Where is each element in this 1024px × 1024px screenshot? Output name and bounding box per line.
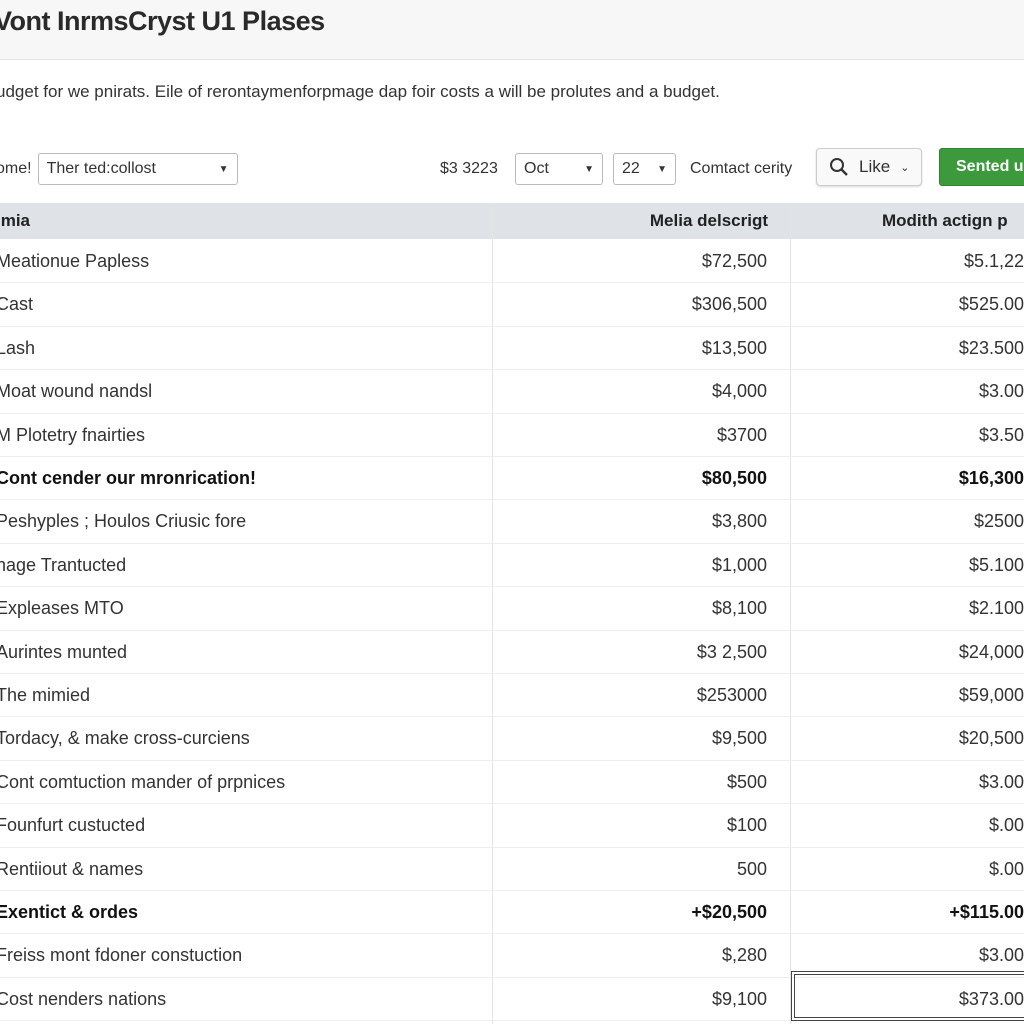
table-row[interactable]: Cont cender our mronrication! $80,500 $16,… (0, 457, 1024, 501)
month-value: Oct (524, 160, 549, 177)
table-row[interactable]: Expleases MTO $8,100 $2.100 (0, 587, 1024, 631)
row-value-a: $9,100 (711, 988, 767, 1009)
table-row[interactable]: Aurintes munted $3 2,500 $24,000 (0, 631, 1024, 674)
contact-label[interactable]: Comtact cerity (690, 160, 792, 178)
column-header[interactable]: Modith actign p (882, 203, 1008, 239)
table-row[interactable]: Tordacy, & make cross-curciens $9,500 $20,… (0, 717, 1024, 761)
filter-value: Ther ted:collost (46, 160, 156, 177)
row-value-a: $3700 (716, 424, 767, 445)
chevron-down-icon: ▼ (657, 163, 667, 175)
row-value-a: +$20,500 (691, 902, 767, 922)
row-name: Peshyples ; Houlos Criusic fore (0, 511, 247, 532)
row-value-a: $72,500 (701, 251, 767, 271)
like-button[interactable]: Like ⌄ (816, 148, 923, 186)
day-select[interactable]: 22 ▼ (613, 153, 676, 185)
row-name: The mimied (0, 685, 91, 705)
row-value-a: $306,500 (691, 294, 767, 315)
row-value-a: $9,500 (711, 728, 767, 749)
chevron-down-icon: ⌄ (900, 161, 910, 174)
chevron-down-icon: ▼ (218, 163, 229, 175)
row-value-b: $3.00 (978, 381, 1024, 402)
table-row[interactable]: Moat wound nandsl $4,000 $3.00 (0, 370, 1024, 414)
row-name: nage Trantucted (0, 554, 127, 575)
page-title: Vont InrmsCryst U1 Plases (0, 6, 325, 36)
column-header[interactable]: Imia (0, 203, 30, 239)
search-icon (830, 158, 848, 176)
row-value-b: $3.00 (978, 771, 1024, 792)
row-value-a: $,280 (721, 945, 767, 966)
table-row[interactable]: Peshyples ; Houlos Criusic fore $3,800 $25… (0, 500, 1024, 544)
day-value: 22 (622, 160, 640, 177)
row-value-b: $20,500 (958, 728, 1024, 749)
chevron-down-icon: ▼ (584, 163, 594, 175)
table-header: Imia Melia delscrigt Modith actign p (0, 203, 1024, 239)
table-row[interactable]: M Plotetry fnairties $3700 $3.50 (0, 414, 1024, 457)
row-value-b: $5.100 (968, 554, 1024, 575)
column-header[interactable]: Melia delscrigt (650, 203, 768, 239)
table-row[interactable]: The mimied $253000 $59,000 (0, 674, 1024, 718)
row-value-b: $.00 (988, 858, 1024, 879)
row-name: Lash (0, 337, 36, 358)
row-value-a: $3,800 (711, 511, 767, 532)
row-value-a: $4,000 (711, 381, 767, 402)
filter-label: ome! (0, 160, 32, 177)
row-name: M Plotetry fnairties (0, 424, 146, 445)
page-description: udget for we pnirats. Eile of rerontayme… (0, 82, 720, 101)
row-value-a: $80,500 (701, 468, 767, 488)
row-name: Founfurt custucted (0, 815, 146, 836)
selected-cell-outline[interactable] (791, 971, 1024, 1021)
row-value-b: $59,000 (958, 685, 1024, 705)
table-row[interactable]: Lash $13,500 $23.500 (0, 327, 1024, 371)
table-row[interactable]: Exentict & ordes +$20,500 +$115.00 (0, 891, 1024, 935)
row-value-a: $8,100 (711, 598, 767, 619)
table-row[interactable]: Meationue Papless $72,500 $5.1,22 (0, 240, 1024, 284)
row-value-b: $5.1,22 (963, 251, 1024, 271)
row-name: Moat wound nandsl (0, 381, 153, 402)
row-name: Cont cender our mronrication! (0, 468, 257, 488)
row-value-b: $.00 (988, 815, 1024, 836)
row-value-a: $1,000 (711, 554, 767, 575)
row-value-b: $16,300 (958, 468, 1024, 488)
amount-value: $3 3223 (440, 160, 498, 177)
like-label: Like (859, 157, 891, 176)
row-value-b: $2500 (973, 511, 1024, 532)
row-value-a: $100 (726, 815, 767, 836)
row-name: Exentict & ordes (0, 902, 139, 922)
table-row[interactable]: Cast $306,500 $525.00 (0, 283, 1024, 327)
month-select[interactable]: Oct ▼ (515, 153, 603, 185)
row-value-a: $13,500 (701, 337, 767, 358)
row-name: Rentiiout & names (0, 858, 144, 879)
table-row[interactable]: Cont comtuction mander of prpnices $500 $3… (0, 761, 1024, 805)
row-value-a: $500 (726, 771, 767, 792)
amount-text: $3 3223 (440, 152, 498, 186)
row-name: Aurintes munted (0, 641, 128, 662)
row-name: Cont comtuction mander of prpnices (0, 771, 286, 792)
row-value-b: +$115.00 (949, 902, 1024, 922)
row-name: Cost nenders nations (0, 988, 167, 1009)
send-button[interactable]: Sented u (939, 148, 1024, 186)
row-value-b: $525.00 (958, 294, 1024, 315)
table-row[interactable]: Rentiiout & names 500 $.00 (0, 848, 1024, 891)
table-row[interactable]: nage Trantucted $1,000 $5.100 (0, 544, 1024, 588)
row-value-a: 500 (736, 858, 767, 879)
filter-select[interactable]: Ther ted:collost ▼ (37, 153, 238, 185)
table-row[interactable]: Founfurt custucted $100 $.00 (0, 804, 1024, 848)
row-value-b: $2.100 (968, 598, 1024, 619)
row-name: Meationue Papless (0, 251, 150, 271)
row-value-a: $3 2,500 (696, 641, 767, 662)
row-value-b: $24,000 (958, 641, 1024, 662)
title-bar: Vont InrmsCryst U1 Plases (0, 0, 1024, 60)
row-value-b: $23.500 (958, 337, 1024, 358)
row-name: Tordacy, & make cross-curciens (0, 728, 250, 749)
row-value-b: $3.50 (978, 424, 1024, 445)
row-name: Expleases MTO (0, 598, 124, 619)
row-value-a: $253000 (696, 685, 767, 705)
filter-group: ome! Ther ted:collost ▼ (0, 152, 238, 186)
row-name: Cast (0, 294, 34, 315)
row-name: Freiss mont fdoner constuction (0, 945, 243, 966)
